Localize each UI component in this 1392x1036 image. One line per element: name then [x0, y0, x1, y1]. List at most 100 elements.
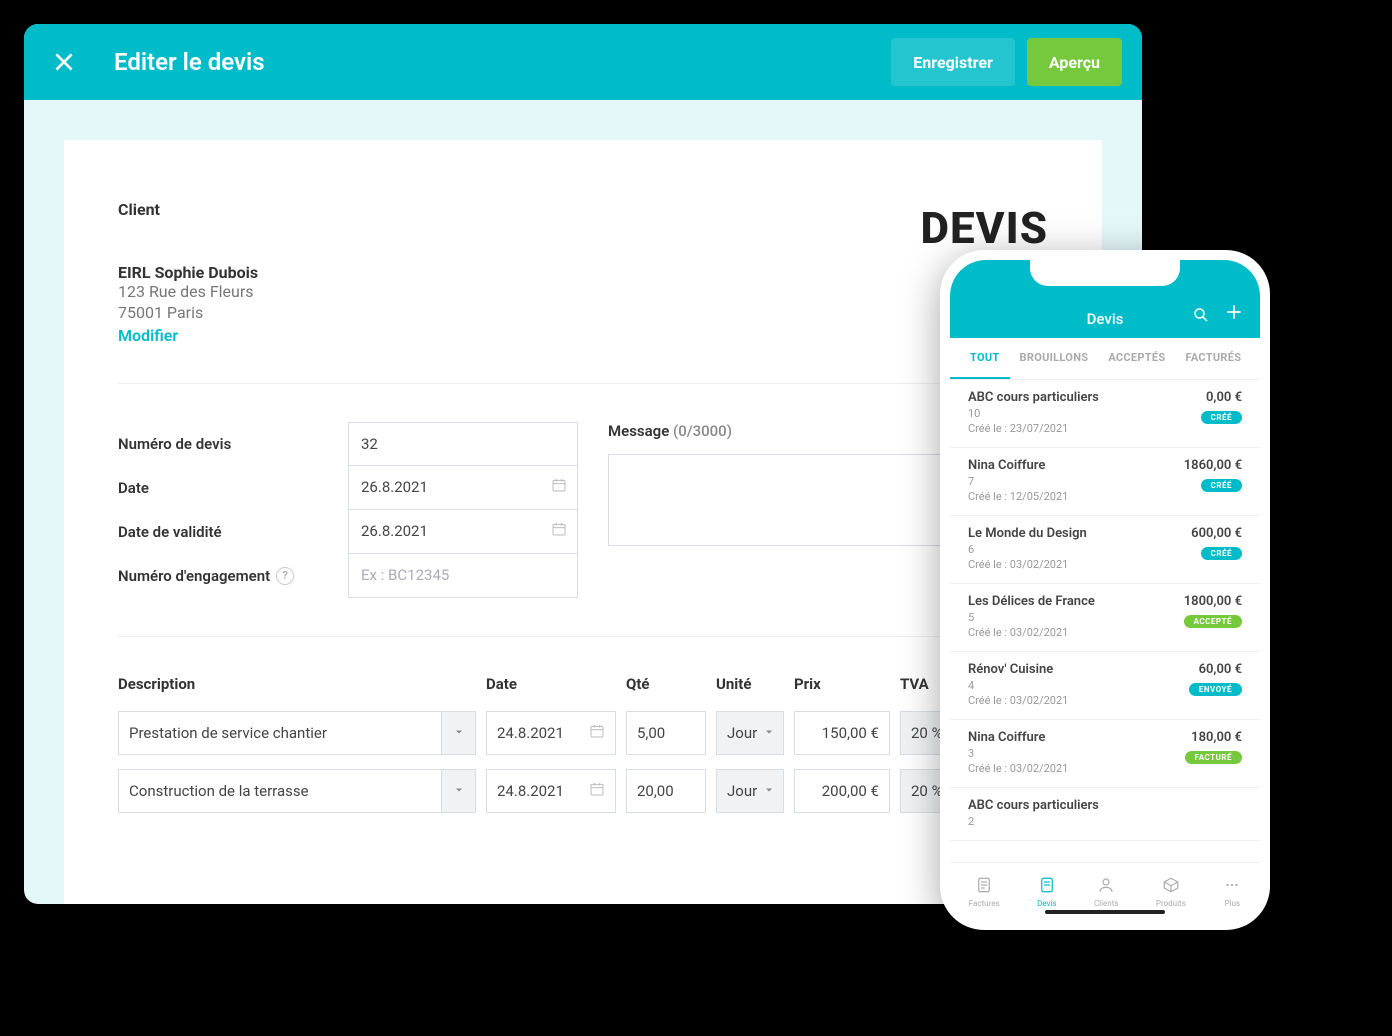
nav-label: Clients	[1094, 899, 1119, 908]
quote-id: 7	[968, 475, 1068, 488]
engagement-number-label: Numéro d'engagement ?	[118, 567, 348, 585]
box-icon	[1162, 876, 1180, 896]
quote-created-date: Créé le : 23/07/2021	[968, 422, 1099, 435]
nav-label: Plus	[1224, 899, 1240, 908]
quote-id: 5	[968, 611, 1095, 624]
quote-amount: 1860,00 €	[1184, 458, 1242, 473]
calendar-icon[interactable]	[589, 781, 605, 801]
line-qty-input[interactable]: 20,00	[626, 769, 706, 813]
status-badge: CRÉÉ	[1201, 411, 1242, 424]
quote-list-item[interactable]: Les Délices de France5Créé le : 03/02/20…	[950, 584, 1260, 652]
phone-mockup: Devis TOUTBROUILLONSACCEPTÉSFACTURÉS ABC…	[940, 250, 1270, 930]
client-section-label: Client	[118, 200, 1048, 219]
quote-client-name: ABC cours particuliers	[968, 798, 1099, 813]
nav-clients[interactable]: Clients	[1094, 876, 1119, 908]
col-qty: Qté	[626, 675, 716, 693]
phone-tab-acceptés[interactable]: ACCEPTÉS	[1098, 338, 1175, 379]
chevron-down-icon	[453, 723, 465, 742]
quote-list-item[interactable]: Nina Coiffure3Créé le : 03/02/2021180,00…	[950, 720, 1260, 788]
quote-client-name: Nina Coiffure	[968, 730, 1068, 745]
quote-amount: 180,00 €	[1185, 730, 1242, 745]
more-icon	[1223, 876, 1241, 896]
line-price-input[interactable]: 200,00 €	[794, 769, 890, 813]
quote-amount: 1800,00 €	[1184, 594, 1242, 609]
quote-client-name: ABC cours particuliers	[968, 390, 1099, 405]
chevron-down-icon	[763, 724, 775, 742]
line-date-input[interactable]: 24.8.2021	[486, 711, 616, 755]
status-badge: ENVOYÉ	[1189, 683, 1242, 696]
add-icon[interactable]	[1224, 300, 1244, 328]
close-icon	[51, 49, 77, 75]
validity-date-field[interactable]	[361, 522, 565, 540]
validity-date-input[interactable]	[348, 510, 578, 554]
quote-created-date: Créé le : 12/05/2021	[968, 490, 1068, 503]
divider	[118, 383, 1048, 384]
col-description: Description	[118, 675, 486, 693]
quote-list-item[interactable]: Le Monde du Design6Créé le : 03/02/20216…	[950, 516, 1260, 584]
modify-client-link[interactable]: Modifier	[118, 326, 178, 345]
quote-list-item[interactable]: ABC cours particuliers2	[950, 788, 1260, 841]
phone-tab-facturés[interactable]: FACTURÉS	[1175, 338, 1251, 379]
window-title: Editer le devis	[114, 48, 891, 76]
line-price-input[interactable]: 150,00 €	[794, 711, 890, 755]
quote-amount: 60,00 €	[1189, 662, 1242, 677]
phone-quote-list[interactable]: ABC cours particuliers 10 Créé le : 23/07/…	[950, 380, 1260, 862]
home-indicator	[1045, 910, 1165, 914]
line-unit-select[interactable]: Jour	[716, 769, 784, 813]
window-header: Editer le devis Enregistrer Aperçu	[24, 24, 1142, 100]
line-date-input[interactable]: 24.8.2021	[486, 769, 616, 813]
quote-id: 10	[968, 407, 1099, 420]
line-description-input[interactable]: Prestation de service chantier	[118, 711, 442, 755]
calendar-icon[interactable]	[551, 477, 567, 497]
close-button[interactable]	[44, 42, 84, 82]
line-description-dropdown[interactable]	[442, 711, 476, 755]
nav-produits[interactable]: Produits	[1156, 876, 1186, 908]
phone-tab-tout[interactable]: TOUT	[950, 338, 1010, 379]
quote-icon	[1038, 876, 1056, 896]
chevron-down-icon	[763, 782, 775, 800]
calendar-icon[interactable]	[589, 723, 605, 743]
preview-button[interactable]: Aperçu	[1027, 38, 1122, 86]
search-icon[interactable]	[1192, 306, 1210, 328]
status-badge: CRÉÉ	[1201, 547, 1242, 560]
phone-notch	[1030, 260, 1180, 286]
quote-created-date: Créé le : 03/02/2021	[968, 762, 1068, 775]
quote-client-name: Les Délices de France	[968, 594, 1095, 609]
quote-number-input[interactable]	[348, 422, 578, 466]
line-qty-input[interactable]: 5,00	[626, 711, 706, 755]
status-badge: ACCEPTÉ	[1184, 615, 1242, 628]
engagement-number-input[interactable]	[348, 554, 578, 598]
help-icon[interactable]: ?	[276, 567, 294, 585]
phone-tab-brouillons[interactable]: BROUILLONS	[1010, 338, 1099, 379]
date-field[interactable]	[361, 478, 565, 496]
nav-factures[interactable]: Factures	[969, 876, 1000, 908]
quote-number-label: Numéro de devis	[118, 435, 348, 453]
quote-amount: 600,00 €	[1191, 526, 1242, 541]
quote-id: 6	[968, 543, 1087, 556]
quote-client-name: Nina Coiffure	[968, 458, 1068, 473]
date-input[interactable]	[348, 466, 578, 510]
person-icon	[1097, 876, 1115, 896]
calendar-icon[interactable]	[551, 521, 567, 541]
line-description-input[interactable]: Construction de la terrasse	[118, 769, 442, 813]
quote-list-item[interactable]: Nina Coiffure 7 Créé le : 12/05/2021 1860,0…	[950, 448, 1260, 516]
engagement-number-field[interactable]	[361, 566, 565, 584]
quote-list-item[interactable]: ABC cours particuliers 10 Créé le : 23/07/…	[950, 380, 1260, 448]
quote-number-field[interactable]	[361, 435, 565, 453]
client-name: EIRL Sophie Dubois	[118, 263, 1048, 282]
invoice-icon	[975, 876, 993, 896]
nav-devis[interactable]: Devis	[1037, 876, 1056, 908]
quote-id: 4	[968, 679, 1068, 692]
save-button[interactable]: Enregistrer	[891, 38, 1015, 86]
status-badge: FACTURÉ	[1185, 751, 1242, 764]
line-description-dropdown[interactable]	[442, 769, 476, 813]
col-price: Prix	[794, 675, 900, 693]
phone-header-title: Devis	[1087, 310, 1124, 328]
nav-plus[interactable]: Plus	[1223, 876, 1241, 908]
line-item-row: Prestation de service chantier 24.8.20215…	[118, 711, 1048, 755]
status-badge: CRÉÉ	[1201, 479, 1242, 492]
line-unit-select[interactable]: Jour	[716, 711, 784, 755]
quote-list-item[interactable]: Rénov' Cuisine4Créé le : 03/02/202160,00…	[950, 652, 1260, 720]
quote-client-name: Le Monde du Design	[968, 526, 1087, 541]
client-city: 75001 Paris	[118, 303, 1048, 324]
